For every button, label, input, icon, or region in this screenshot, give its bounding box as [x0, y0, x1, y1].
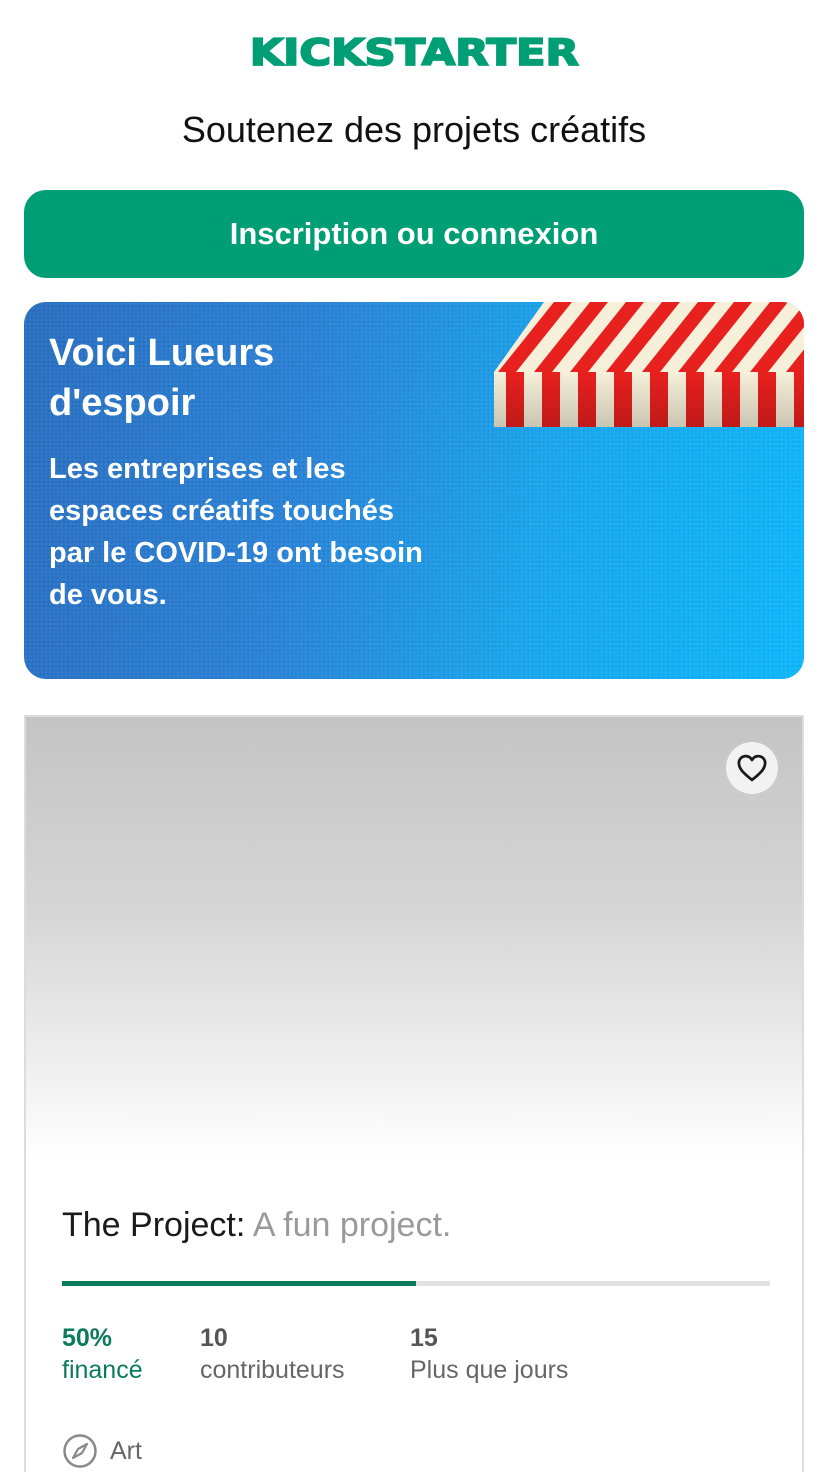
- project-blurb: A fun project.: [252, 1206, 452, 1244]
- banner-body: Les entreprises et les espaces créatifs …: [49, 453, 423, 611]
- project-card[interactable]: The Project: A fun project. 50% financé …: [24, 715, 804, 1472]
- awning-illustration: [494, 302, 804, 427]
- stat-funded-value: 50%: [62, 1324, 113, 1352]
- stat-days-label: Plus que jours: [410, 1356, 569, 1384]
- project-category[interactable]: Art: [62, 1431, 142, 1471]
- stat-funded-label: financé: [62, 1356, 143, 1384]
- project-stats: 50% financé 10 contributeurs 15 Plus que…: [62, 1322, 770, 1392]
- stat-days-value: 15: [410, 1324, 438, 1352]
- stat-funded: 50% financé: [62, 1322, 143, 1386]
- funding-progress-fill: [62, 1281, 416, 1286]
- compass-icon: [63, 1434, 97, 1468]
- stat-days: 15 Plus que jours: [410, 1322, 568, 1386]
- funding-progress-bar: [62, 1281, 770, 1286]
- stat-backers-label: contributeurs: [200, 1356, 345, 1384]
- project-image: [26, 717, 802, 1157]
- featured-banner[interactable]: Voici Lueurs d'espoir Les entreprises et…: [24, 302, 804, 679]
- stat-backers-value: 10: [200, 1324, 228, 1352]
- project-name: The Project:: [62, 1206, 246, 1244]
- kickstarter-logo: KICKSTARTER: [248, 31, 579, 75]
- heart-outline-icon: [737, 754, 767, 782]
- page-tagline: Soutenez des projets créatifs: [181, 109, 647, 150]
- stat-backers: 10 contributeurs: [200, 1322, 345, 1386]
- banner-title: Voici Lueurs d'espoir: [49, 332, 275, 424]
- signup-login-button[interactable]: Inscription ou connexion: [24, 190, 804, 278]
- category-label: Art: [110, 1436, 142, 1465]
- favorite-button[interactable]: [726, 742, 778, 794]
- header-logo-container: KICKSTARTER: [0, 30, 828, 76]
- project-title[interactable]: The Project: A fun project.: [62, 1203, 451, 1247]
